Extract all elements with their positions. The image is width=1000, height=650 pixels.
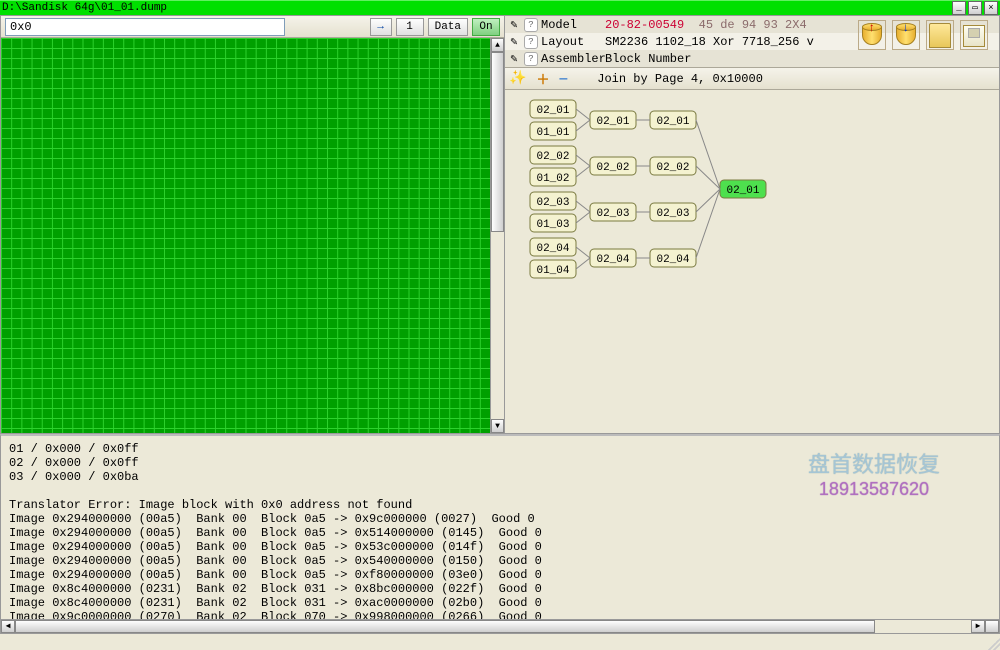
main-area: → 1 Data On ▲ ▼ ✎ ? Model — [0, 15, 1000, 434]
data-mode-button[interactable]: Data — [428, 18, 468, 36]
bitmap-viewer[interactable]: ▲ ▼ — [1, 38, 504, 433]
scroll-right-icon[interactable]: ▶ — [971, 620, 985, 633]
restore-button[interactable]: ▭ — [968, 1, 982, 15]
layout-label: Layout — [541, 35, 605, 49]
task-label: Join by Page 4, 0x10000 — [597, 72, 763, 86]
address-input[interactable] — [5, 18, 285, 36]
scroll-thumb[interactable] — [491, 52, 504, 232]
assembler-value: Block Number — [605, 52, 997, 66]
open-folder-button[interactable] — [926, 20, 954, 50]
edit-icon[interactable]: ✎ — [507, 52, 521, 66]
resize-grip[interactable] — [985, 620, 999, 633]
svg-text:01_04: 01_04 — [536, 265, 569, 277]
save-button[interactable] — [960, 20, 988, 50]
svg-text:02_01: 02_01 — [536, 105, 569, 117]
svg-text:01_01: 01_01 — [536, 127, 569, 139]
task-toolbar: ✨ ＋ — Join by Page 4, 0x10000 — [505, 68, 999, 90]
svg-text:02_02: 02_02 — [536, 151, 569, 163]
assembler-label: Assembler — [541, 52, 605, 66]
app-window: D:\Sandisk 64g\01_01.dump _ ▭ × → 1 Data… — [0, 0, 1000, 650]
window-title: D:\Sandisk 64g\01_01.dump — [2, 2, 950, 14]
close-button[interactable]: × — [984, 1, 998, 15]
svg-text:02_04: 02_04 — [656, 254, 689, 266]
add-icon[interactable]: ＋ — [536, 69, 549, 88]
model-label: Model — [541, 18, 605, 32]
stack-up-button[interactable]: ↑ — [858, 20, 886, 50]
on-toggle[interactable]: On — [472, 18, 500, 36]
log-scrollbar[interactable]: ◀ ▶ — [1, 619, 999, 633]
log-panel: 01 / 0x000 / 0x0ff 02 / 0x000 / 0x0ff 03… — [0, 434, 1000, 634]
svg-text:02_01: 02_01 — [726, 185, 759, 197]
svg-text:01_03: 01_03 — [536, 219, 569, 231]
edit-icon[interactable]: ✎ — [507, 18, 521, 32]
scroll-left-icon[interactable]: ◀ — [1, 620, 15, 633]
wand-icon[interactable]: ✨ — [509, 70, 526, 87]
log-output[interactable]: 01 / 0x000 / 0x0ff 02 / 0x000 / 0x0ff 03… — [1, 436, 999, 619]
help-icon[interactable]: ? — [524, 52, 538, 66]
stack-down-button[interactable]: ↓ — [892, 20, 920, 50]
svg-text:02_02: 02_02 — [596, 162, 629, 174]
block-bitmap — [1, 38, 490, 433]
svg-text:02_01: 02_01 — [656, 116, 689, 128]
svg-text:02_02: 02_02 — [656, 162, 689, 174]
scroll-up-icon[interactable]: ▲ — [491, 38, 504, 52]
edit-icon[interactable]: ✎ — [507, 35, 521, 49]
remove-icon[interactable]: — — [559, 71, 567, 86]
count-button[interactable]: 1 — [396, 18, 424, 36]
left-panel: → 1 Data On ▲ ▼ — [1, 16, 505, 433]
svg-text:02_03: 02_03 — [656, 208, 689, 220]
svg-text:01_02: 01_02 — [536, 173, 569, 185]
svg-text:02_03: 02_03 — [536, 197, 569, 209]
right-panel: ✎ ? Model 20-82-00549 45 de 94 93 2X4 ✎ … — [505, 16, 999, 433]
scroll-down-icon[interactable]: ▼ — [491, 419, 504, 433]
svg-text:02_04: 02_04 — [536, 243, 569, 255]
svg-text:02_01: 02_01 — [596, 116, 629, 128]
svg-text:02_04: 02_04 — [596, 254, 629, 266]
action-icons: ↑ ↓ — [858, 20, 988, 50]
help-icon[interactable]: ? — [524, 18, 538, 32]
help-icon[interactable]: ? — [524, 35, 538, 49]
go-button[interactable]: → — [370, 18, 392, 36]
title-bar[interactable]: D:\Sandisk 64g\01_01.dump _ ▭ × — [0, 0, 1000, 15]
join-tree[interactable]: 02_01 01_01 02_01 02_01 02_02 01_02 02_02 02_02… — [505, 90, 999, 433]
minimize-button[interactable]: _ — [952, 1, 966, 15]
window-resize-handle[interactable] — [988, 638, 1000, 650]
svg-text:02_03: 02_03 — [596, 208, 629, 220]
bitmap-scrollbar[interactable]: ▲ ▼ — [490, 38, 504, 433]
h-scroll-thumb[interactable] — [15, 620, 875, 633]
left-toolbar: → 1 Data On — [1, 16, 504, 38]
